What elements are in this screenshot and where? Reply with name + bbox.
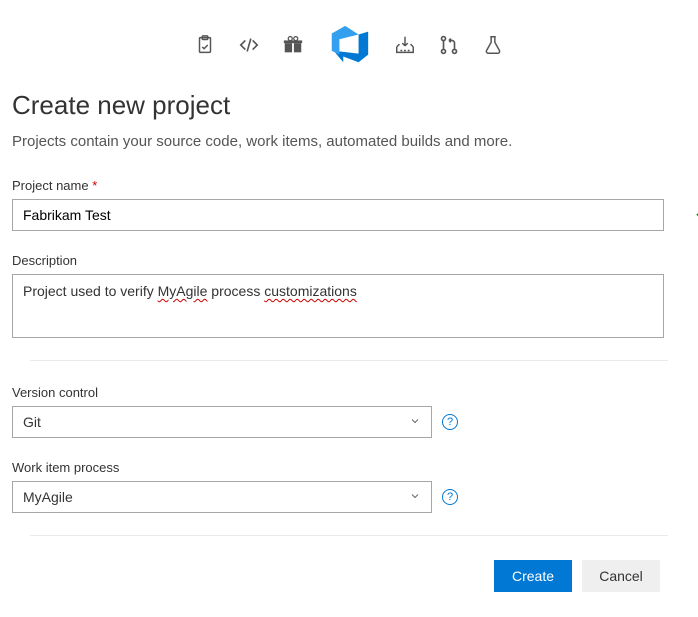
work-item-process-value: MyAgile — [23, 489, 73, 505]
chevron-down-icon — [409, 489, 421, 505]
work-item-process-help-icon[interactable]: ? — [442, 489, 458, 505]
clipboard-icon[interactable] — [194, 34, 216, 56]
flask-icon[interactable] — [482, 34, 504, 56]
version-control-value: Git — [23, 414, 41, 430]
service-icon-row — [12, 0, 686, 80]
version-control-select[interactable]: Git — [12, 406, 432, 438]
cancel-button[interactable]: Cancel — [582, 560, 660, 592]
pull-request-icon[interactable] — [438, 34, 460, 56]
devops-icon[interactable] — [326, 22, 372, 68]
work-item-process-select[interactable]: MyAgile — [12, 481, 432, 513]
download-box-icon[interactable] — [394, 34, 416, 56]
chevron-down-icon — [409, 414, 421, 430]
gift-icon[interactable] — [282, 34, 304, 56]
divider — [30, 360, 668, 361]
button-row: Create Cancel — [12, 560, 660, 592]
validation-check-icon — [694, 205, 698, 226]
required-mark: * — [92, 178, 97, 193]
project-name-label: Project name * — [12, 178, 686, 193]
work-item-process-label: Work item process — [12, 460, 686, 475]
description-label: Description — [12, 253, 686, 268]
divider — [30, 535, 668, 536]
code-icon[interactable] — [238, 34, 260, 56]
page-title: Create new project — [12, 90, 686, 121]
description-input[interactable]: Project used to verify MyAgile process c… — [12, 274, 664, 338]
version-control-label: Version control — [12, 385, 686, 400]
project-name-input[interactable] — [12, 199, 664, 231]
project-name-label-text: Project name — [12, 178, 89, 193]
page-subtitle: Projects contain your source code, work … — [12, 133, 686, 150]
version-control-help-icon[interactable]: ? — [442, 414, 458, 430]
create-button[interactable]: Create — [494, 560, 572, 592]
